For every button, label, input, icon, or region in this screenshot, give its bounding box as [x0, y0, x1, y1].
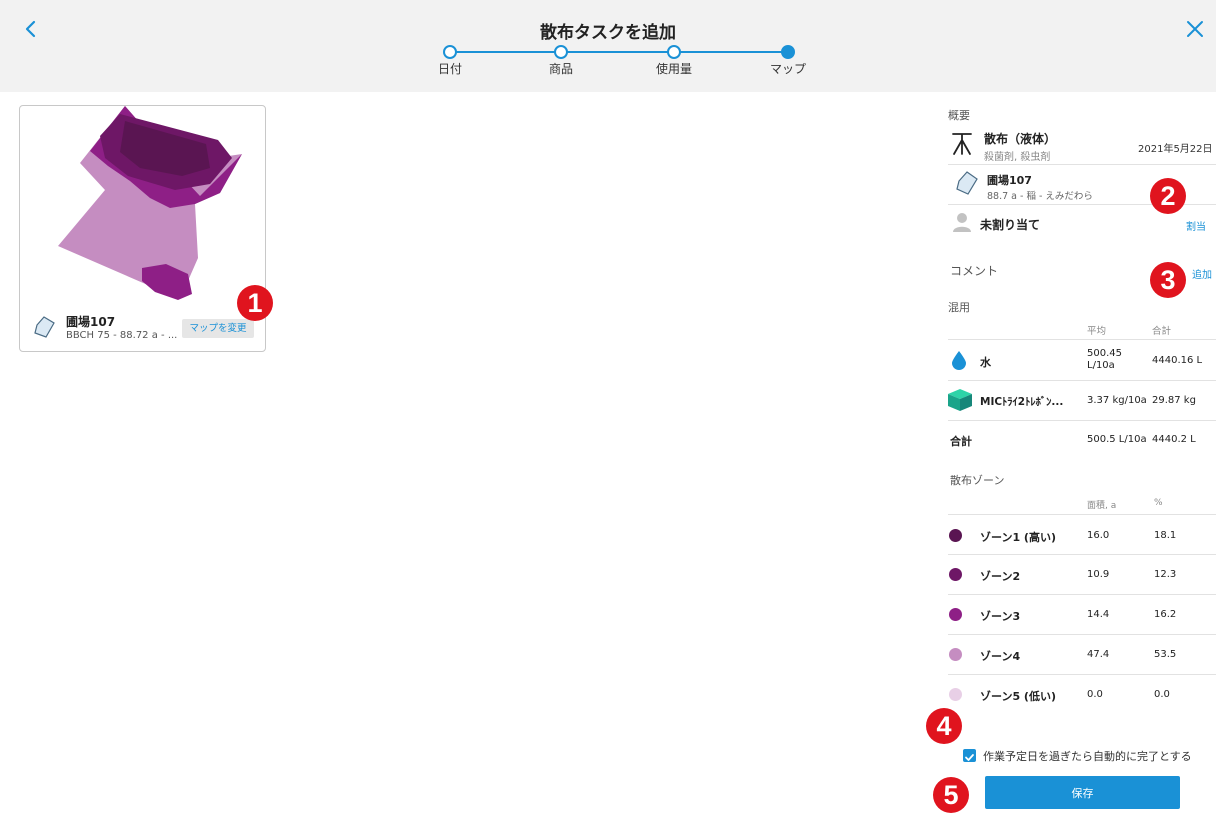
zone-area: 10.9 [1087, 569, 1110, 580]
zone-color-dot [949, 568, 962, 581]
zones-col-pct: % [1154, 498, 1163, 508]
zone-name: ゾーン3 [980, 610, 1021, 623]
field-plot-icon [34, 316, 55, 338]
mix-col-total: 合計 [1152, 326, 1172, 337]
auto-complete-checkbox[interactable] [963, 749, 976, 762]
summary-title: 概要 [948, 109, 970, 122]
assignee-name: 未割り当て [980, 218, 1041, 232]
zone-area: 14.4 [1087, 609, 1110, 620]
step-dot [443, 45, 457, 59]
zone-pct: 16.2 [1154, 609, 1177, 620]
mix-item-name: 水 [980, 356, 991, 369]
mix-title: 混用 [948, 301, 970, 314]
task-sub: 殺菌剤, 殺虫剤 [984, 152, 1051, 163]
card-footer: 圃場107 BBCH 75 - 88.72 a - ... マップを変更 [32, 311, 257, 347]
zones-title: 散布ゾーン [950, 474, 1005, 487]
divider [948, 554, 1216, 555]
stepper-line [450, 51, 788, 53]
mix-total-avg: 500.5 L/10a [1087, 434, 1147, 445]
mix-total-total: 4440.2 L [1152, 434, 1196, 445]
sprayer-icon [952, 133, 972, 155]
divider [948, 420, 1216, 421]
field-map-card[interactable]: 圃場107 BBCH 75 - 88.72 a - ... マップを変更 [19, 105, 266, 352]
step-dot [554, 45, 568, 59]
zone-name: ゾーン5 (低い) [980, 690, 1056, 703]
zone-area: 0.0 [1087, 689, 1103, 700]
field-plot-icon [956, 171, 978, 195]
divider [948, 674, 1216, 675]
user-icon [953, 213, 971, 232]
divider [948, 514, 1216, 515]
zone-color-dot [949, 688, 962, 701]
page-title: 散布タスクを追加 [540, 23, 676, 43]
check-icon [965, 754, 974, 761]
card-field-name: 圃場107 [66, 315, 116, 329]
assign-link[interactable]: 割当 [1186, 218, 1206, 233]
step-label: 日付 [437, 62, 462, 76]
close-button[interactable] [1182, 16, 1208, 42]
stepper: 日付 商品 使用量 マップ [430, 42, 810, 86]
field-zone-map [58, 106, 242, 300]
divider [948, 339, 1216, 340]
mix-item-total: 4440.16 L [1152, 355, 1203, 366]
step-label: 商品 [548, 62, 573, 76]
zone-name: ゾーン4 [980, 650, 1021, 663]
divider [948, 634, 1216, 635]
step-dot [667, 45, 681, 59]
mix-item-avg: 500.45 L/10a [1087, 348, 1122, 372]
close-icon [1187, 21, 1203, 37]
zone-pct: 0.0 [1154, 689, 1170, 700]
summary-field-name: 圃場107 [987, 174, 1032, 187]
mix-item-total: 29.87 kg [1152, 395, 1196, 406]
auto-complete-label: 作業予定日を過ぎたら自動的に完了とする [983, 750, 1192, 763]
change-map-button[interactable]: マップを変更 [182, 319, 254, 338]
zone-color-dot [949, 529, 962, 542]
zone-area: 47.4 [1087, 649, 1110, 660]
zone-area: 16.0 [1087, 530, 1110, 541]
add-comment-link[interactable]: 追加 [1192, 266, 1212, 281]
summary-field-sub: 88.7 a - 稲 - えみだわら [987, 191, 1093, 202]
divider [948, 164, 1216, 165]
step-map[interactable]: マップ [748, 42, 828, 77]
comment-title: コメント [950, 264, 999, 278]
mix-item-avg-value: 500.45 [1087, 348, 1122, 359]
task-name: 散布（液体） [984, 132, 1057, 146]
zone-pct: 12.3 [1154, 569, 1177, 580]
zone-pct: 53.5 [1154, 649, 1177, 660]
annotation-badge: 5 [933, 777, 969, 813]
water-drop-icon [952, 351, 966, 370]
mix-total-label: 合計 [950, 435, 972, 448]
mix-item-avg-unit: L/10a [1087, 360, 1115, 371]
zones-col-area: 面積, a [1087, 501, 1117, 511]
save-button[interactable]: 保存 [985, 776, 1180, 809]
step-label: マップ [769, 62, 806, 76]
mix-item-name: MICﾄﾗｲ2ﾄﾚﾎﾞﾝ... [980, 396, 1064, 408]
product-box-icon [948, 389, 972, 411]
step-dot-active [781, 45, 795, 59]
header: 散布タスクを追加 日付 商品 使用量 マップ [0, 0, 1216, 92]
divider [948, 594, 1216, 595]
zone-color-dot [949, 608, 962, 621]
task-date: 2021年5月22日 [1138, 144, 1213, 155]
step-date[interactable]: 日付 [410, 42, 490, 77]
card-field-sub: BBCH 75 - 88.72 a - ... [66, 330, 178, 341]
zone-pct: 18.1 [1154, 530, 1177, 541]
step-label: 使用量 [655, 62, 692, 76]
zone-color-dot [949, 648, 962, 661]
step-product[interactable]: 商品 [521, 42, 601, 77]
mix-item-avg: 3.37 kg/10a [1087, 395, 1147, 406]
mix-col-avg: 平均 [1087, 326, 1107, 337]
zone-name: ゾーン1 (高い) [980, 531, 1056, 544]
divider [948, 380, 1216, 381]
zone-name: ゾーン2 [980, 570, 1021, 583]
annotation-badge: 4 [926, 708, 962, 744]
step-amount[interactable]: 使用量 [634, 42, 714, 77]
annotation-badge: 3 [1150, 262, 1186, 298]
annotation-badge: 2 [1150, 178, 1186, 214]
annotation-badge: 1 [237, 285, 273, 321]
